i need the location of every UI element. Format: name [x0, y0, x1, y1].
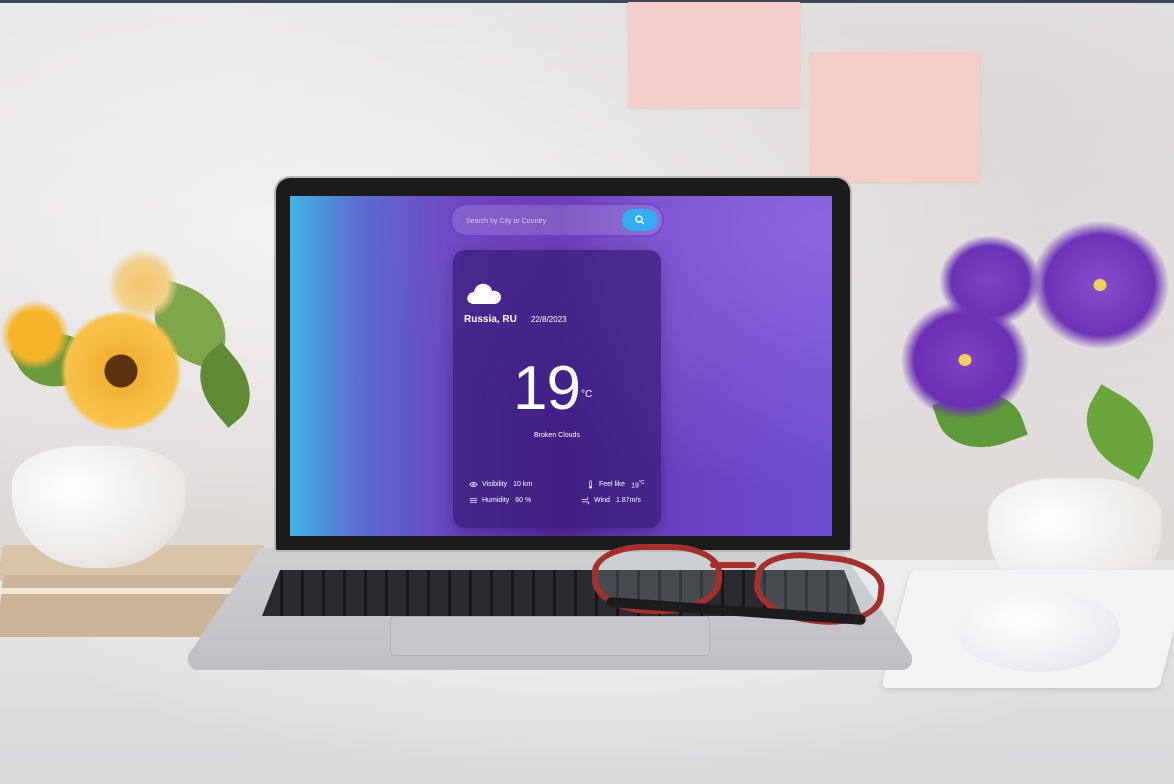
top-edge — [0, 0, 1174, 3]
cloud-icon — [467, 283, 501, 304]
sunflower — [56, 306, 186, 436]
yellow-flower — [0, 300, 70, 370]
feels-like-stat: Feel like 19°C — [586, 480, 645, 489]
wind-label: Wind — [594, 497, 610, 504]
weather-app-screen: Russia, RU 22/8/2023 19 °C Broken Clouds… — [290, 196, 832, 536]
glasses-bridge — [710, 562, 756, 568]
yellow-flower — [108, 250, 178, 320]
wind-stat: Wind 1.87m/s — [581, 496, 641, 505]
search-input[interactable] — [464, 212, 618, 230]
sticky-note — [810, 52, 980, 182]
current-date: 22/8/2023 — [531, 315, 567, 324]
photo-scene: Russia, RU 22/8/2023 19 °C Broken Clouds… — [0, 0, 1174, 784]
visibility-stat: Visibility 10 km — [469, 480, 532, 489]
search-bar — [452, 205, 662, 235]
humidity-label: Humidity — [482, 497, 510, 504]
temperature-value: 19 — [513, 354, 581, 423]
wind-icon — [581, 496, 590, 505]
visibility-value: 10 km — [513, 481, 533, 488]
humidity-icon — [469, 498, 478, 503]
sticky-note — [628, 2, 800, 108]
feels-like-unit: °C — [638, 480, 645, 486]
visibility-label: Visibility — [482, 481, 508, 488]
weather-description: Broken Clouds — [534, 432, 580, 439]
feels-like-value: 19 — [631, 482, 639, 490]
reading-glasses — [586, 540, 888, 632]
humidity-stat: Humidity 60 % — [469, 496, 531, 505]
wind-value: 1.87m/s — [615, 497, 641, 504]
search-icon — [635, 215, 645, 225]
search-button[interactable] — [622, 209, 658, 231]
weather-card: Russia, RU 22/8/2023 19 °C Broken Clouds… — [453, 250, 661, 528]
eye-icon — [469, 482, 478, 487]
location-name: Russia, RU — [464, 314, 517, 325]
purple-lily — [940, 236, 1040, 326]
purple-lily — [1030, 220, 1170, 350]
book-pages — [0, 588, 240, 594]
feels-like-value-wrap: 19°C — [631, 480, 644, 489]
humidity-value: 60 % — [515, 497, 532, 504]
temperature-unit: °C — [581, 389, 593, 400]
computer-mouse — [958, 590, 1120, 672]
feels-like-label: Feel like — [599, 481, 626, 489]
thermometer-icon — [589, 480, 592, 489]
